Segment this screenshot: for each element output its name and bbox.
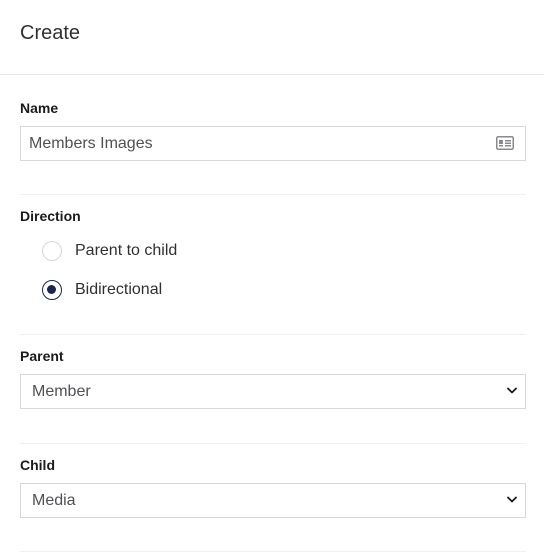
child-select[interactable]: Media <box>20 483 526 518</box>
radio-label[interactable]: Bidirectional <box>75 281 162 299</box>
parent-select-value[interactable]: Member <box>32 383 91 401</box>
parent-label: Parent <box>20 348 64 364</box>
radio-bidirectional[interactable]: Bidirectional <box>42 279 162 301</box>
header: Create <box>0 0 544 75</box>
parent-select[interactable]: Member <box>20 374 526 409</box>
divider <box>20 551 526 552</box>
divider <box>20 334 526 335</box>
radio-dot <box>47 285 56 294</box>
page-title: Create <box>20 22 81 44</box>
radio-button[interactable] <box>42 241 62 261</box>
chevron-down-icon <box>507 496 517 503</box>
name-label: Name <box>20 100 59 116</box>
divider <box>20 443 526 444</box>
direction-label: Direction <box>20 208 81 224</box>
radio-label[interactable]: Parent to child <box>75 242 177 260</box>
name-input-value[interactable]: Members Images <box>29 135 153 153</box>
radio-parent-to-child[interactable]: Parent to child <box>42 240 177 262</box>
divider <box>20 194 526 195</box>
id-card-icon <box>496 136 514 150</box>
chevron-down-icon <box>507 387 517 394</box>
radio-button-checked[interactable] <box>42 280 62 300</box>
child-select-value[interactable]: Media <box>32 492 76 510</box>
name-input[interactable]: Members Images <box>20 126 526 161</box>
child-label: Child <box>20 457 55 473</box>
